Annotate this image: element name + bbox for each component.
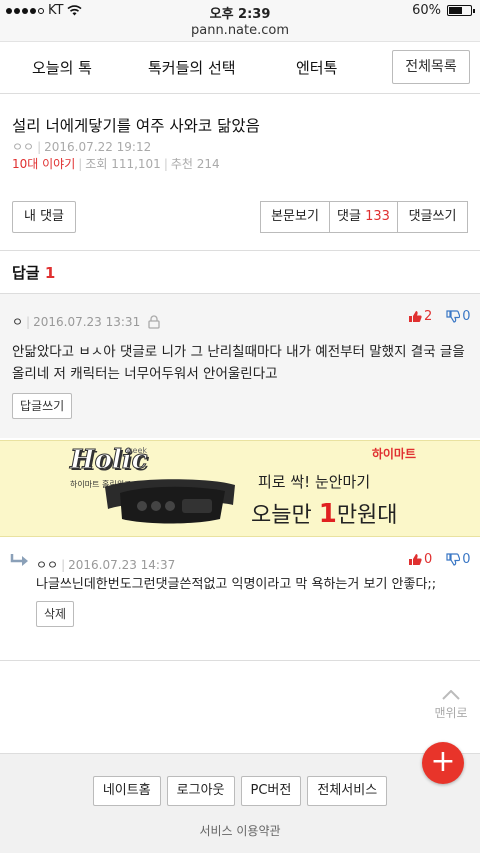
- reply-author: ㅇㅇ: [36, 558, 59, 572]
- comments-button[interactable]: 댓글 133: [330, 201, 398, 233]
- reply-write-button[interactable]: 답글쓰기: [12, 393, 73, 419]
- battery-percent: 60%: [412, 3, 441, 18]
- top-nav: 오늘의 톡 톡커들의 선택 엔터톡 전체목록: [0, 42, 480, 94]
- ad-banner[interactable]: Holic week 하이마트 홀릭위크 7.18 ~ 7.24 하이마트 피로…: [0, 440, 480, 537]
- terms-link[interactable]: 서비스 이용약관: [0, 822, 480, 839]
- eye-massager-image: [105, 479, 235, 524]
- comment-author: ㅇ: [12, 315, 24, 329]
- post-date: 2016.07.22 19:12: [44, 140, 152, 154]
- status-bar: KT 오후 2:39 60%: [0, 0, 480, 22]
- reply-dislike-button[interactable]: 0: [446, 552, 471, 567]
- comment-like-button[interactable]: 2: [408, 309, 432, 324]
- comment-dislike-button[interactable]: 0: [446, 309, 471, 324]
- footer-links: 네이트홈 로그아웃 PC버전 전체서비스: [0, 776, 480, 806]
- thumbs-down-icon: [446, 310, 461, 323]
- replies-label: 답글: [12, 264, 40, 282]
- reply-dislike-count: 0: [462, 552, 471, 567]
- chevron-up-icon: [442, 690, 460, 700]
- scroll-top-label: 맨위로: [434, 706, 468, 720]
- lock-icon: [148, 314, 160, 329]
- post-recommends: 추천 214: [170, 157, 220, 171]
- post-meta: ㅇㅇ | 2016.07.22 19:12: [12, 140, 152, 154]
- tab-enter-talk[interactable]: 엔터톡: [296, 57, 337, 78]
- battery-icon: [447, 5, 475, 16]
- comment-meta: ㅇ | 2016.07.23 13:31: [12, 313, 160, 330]
- ad-headline: 피로 싹! 눈안마기: [258, 473, 371, 491]
- write-fab-button[interactable]: +: [422, 742, 464, 784]
- comment-votes: 2 0: [408, 309, 471, 324]
- comment-like-count: 2: [424, 309, 433, 324]
- url-bar[interactable]: pann.nate.com: [0, 22, 480, 42]
- ad-offer-suffix: 만원대: [336, 503, 398, 528]
- post-stats: 10대 이야기 | 조회 111,101 | 추천 214: [12, 157, 220, 171]
- logout-link[interactable]: 로그아웃: [166, 776, 235, 806]
- ad-offer-number: 1: [318, 499, 337, 529]
- tab-today-talk[interactable]: 오늘의 톡: [32, 57, 92, 78]
- ad-offer-prefix: 오늘만: [251, 503, 319, 528]
- reply-arrow-icon: [10, 554, 28, 566]
- delete-button[interactable]: 삭제: [36, 601, 75, 627]
- reply-meta: ㅇㅇ | 2016.07.23 14:37: [36, 557, 176, 573]
- reply-votes: 0 0: [408, 552, 471, 567]
- all-list-button[interactable]: 전체목록: [392, 50, 470, 84]
- tab-talkers-choice[interactable]: 톡커들의 선택: [148, 57, 236, 78]
- write-comment-button[interactable]: 댓글쓰기: [398, 201, 468, 233]
- post-title: 설리 너에게닿기를 여주 사와코 닮았음: [12, 117, 260, 135]
- divider: [0, 250, 480, 251]
- my-comments-button[interactable]: 내 댓글: [12, 201, 76, 233]
- thumbs-up-icon: [409, 311, 422, 322]
- battery-status: 60%: [412, 3, 475, 18]
- nate-home-link[interactable]: 네이트홈: [92, 776, 161, 806]
- comment-text: 안닮았다고 ㅂㅅ아 댓글로 니가 그 난리칠때마다 내가 예전부터 말했지 결국…: [12, 344, 465, 382]
- comment-date: 2016.07.23 13:31: [33, 314, 141, 329]
- clock: 오후 2:39: [209, 7, 271, 22]
- ad-brand: 하이마트: [371, 447, 416, 461]
- ad-offer: 오늘만 1만원대: [251, 497, 398, 529]
- footer: 네이트홈 로그아웃 PC버전 전체서비스 서비스 이용약관: [0, 753, 480, 853]
- all-services-link[interactable]: 전체서비스: [307, 776, 388, 806]
- divider: [0, 660, 480, 661]
- post-action-group: 본문보기 댓글 133 댓글쓰기: [260, 201, 468, 233]
- scroll-top-button[interactable]: 맨위로: [426, 690, 476, 721]
- thumbs-up-icon: [409, 554, 422, 565]
- comments-label: 댓글: [337, 209, 361, 224]
- ad-week-label: week: [126, 446, 148, 455]
- post-views: 조회 111,101: [85, 157, 161, 171]
- pc-version-link[interactable]: PC버전: [240, 776, 302, 806]
- replies-header: 답글 1: [12, 262, 55, 283]
- comments-count: 133: [365, 209, 390, 224]
- comment-dislike-count: 0: [462, 309, 471, 324]
- reply-date: 2016.07.23 14:37: [68, 557, 176, 572]
- replies-count: 1: [44, 264, 56, 282]
- thumbs-down-icon: [446, 553, 461, 566]
- reply-like-count: 0: [424, 552, 433, 567]
- reply-like-button[interactable]: 0: [408, 552, 432, 567]
- reply-text: 나글쓰닌데한번도그런댓글쓴적없고 익명이라고 막 욕하는거 보기 안좋다;;: [36, 577, 437, 592]
- view-post-button[interactable]: 본문보기: [260, 201, 330, 233]
- plus-icon: +: [430, 744, 456, 779]
- post-category-link[interactable]: 10대 이야기: [12, 157, 75, 171]
- post-author: ㅇㅇ: [12, 140, 35, 154]
